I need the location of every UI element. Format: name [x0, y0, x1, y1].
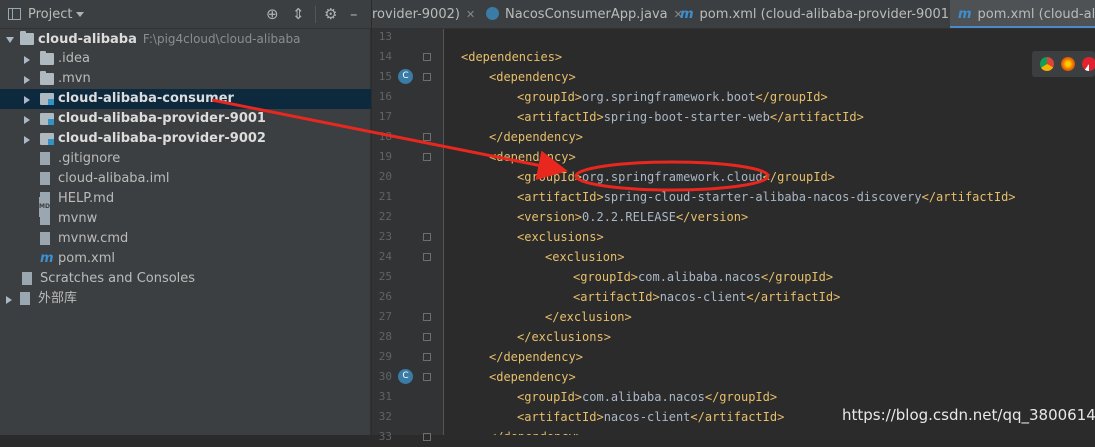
annotation-overlay	[211, 98, 770, 192]
watermark: https://blog.csdn.net/qq_38006148	[842, 406, 1095, 424]
annotation-ellipse	[574, 160, 770, 192]
ide-window: Project ⊕ ⇕ ⚙ – cloud-alibaba F:\pig4clou…	[0, 0, 1095, 443]
annotation-arrow	[211, 98, 568, 181]
